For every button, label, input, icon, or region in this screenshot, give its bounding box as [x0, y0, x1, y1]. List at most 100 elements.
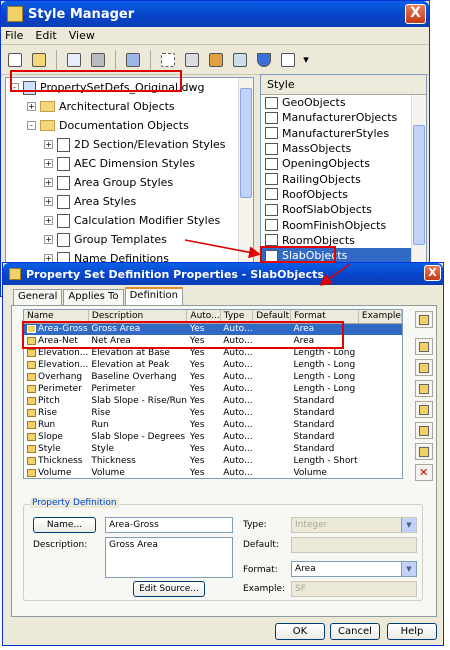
- list-view-icon[interactable]: [278, 50, 298, 70]
- tree-scroll-thumb[interactable]: [240, 88, 252, 198]
- list-scroll-thumb[interactable]: [413, 125, 425, 245]
- column-header[interactable]: Format: [290, 310, 359, 324]
- properties-grid[interactable]: Name Description Auto... Type Default Format E…: [23, 309, 403, 479]
- menu-file[interactable]: File: [5, 29, 23, 42]
- default-field[interactable]: [291, 537, 417, 553]
- tab-general[interactable]: General: [13, 289, 63, 305]
- menu-view[interactable]: View: [69, 29, 95, 42]
- list-scrollbar[interactable]: [411, 95, 426, 265]
- style-list-item[interactable]: MassObjects: [261, 141, 426, 156]
- add-location-icon[interactable]: [415, 380, 433, 397]
- style-list-item[interactable]: ManufacturerObjects: [261, 110, 426, 125]
- name-field[interactable]: Area-Gross: [105, 517, 233, 533]
- paste-icon[interactable]: [88, 50, 108, 70]
- cell-text: Run: [91, 420, 109, 430]
- table-row[interactable]: Area-Net Net Area Yes Auto... Area: [24, 335, 402, 347]
- tab-definition[interactable]: Definition: [124, 287, 184, 305]
- purge-icon[interactable]: [123, 50, 143, 70]
- table-row[interactable]: Overhang Baseline Overhang Yes Auto... Lengt…: [24, 371, 402, 383]
- view-icon[interactable]: [230, 50, 250, 70]
- column-header[interactable]: Auto...: [186, 310, 221, 324]
- tree-item[interactable]: - Documentation Objects: [6, 116, 253, 135]
- table-row[interactable]: Volume Volume Yes Auto... Volume: [24, 467, 402, 478]
- tab-applies-to[interactable]: Applies To: [63, 289, 124, 305]
- expand-icon[interactable]: +: [44, 197, 53, 206]
- expand-icon[interactable]: +: [27, 102, 36, 111]
- style-list-item[interactable]: RoofObjects: [261, 187, 426, 202]
- column-header[interactable]: Type: [220, 310, 254, 324]
- table-row[interactable]: Perimeter Perimeter Yes Auto... Length - Lon…: [24, 383, 402, 395]
- style-manager-title: Style Manager: [28, 6, 135, 22]
- style-list-item[interactable]: RoomFinishObjects: [261, 217, 426, 232]
- column-header[interactable]: Default: [252, 310, 291, 324]
- description-field[interactable]: Gross Area: [105, 537, 233, 578]
- new-icon[interactable]: [5, 50, 25, 70]
- format-select[interactable]: Area ▼: [291, 561, 417, 577]
- add-material-icon[interactable]: [415, 422, 433, 439]
- cell-text: Auto...: [223, 336, 253, 346]
- table-row[interactable]: Style Style Yes Auto... Standard: [24, 443, 402, 455]
- edit-icon[interactable]: [158, 50, 178, 70]
- style-list-item[interactable]: RailingObjects: [261, 171, 426, 186]
- table-row[interactable]: Run Run Yes Auto... Standard: [24, 419, 402, 431]
- expand-icon[interactable]: +: [44, 140, 53, 149]
- style-list-item[interactable]: SlabObjects: [261, 247, 426, 264]
- tree-item[interactable]: + Area Styles: [6, 192, 253, 211]
- type-select[interactable]: Integer ▼: [291, 517, 417, 533]
- add-property-icon[interactable]: [415, 311, 433, 328]
- add-graphic-icon[interactable]: [415, 443, 433, 460]
- tree-scrollbar[interactable]: [238, 78, 253, 264]
- table-row[interactable]: Slope Slab Slope - Degrees Yes Auto... Stand…: [24, 431, 402, 443]
- collapse-icon[interactable]: -: [10, 83, 19, 92]
- expand-icon[interactable]: +: [44, 159, 53, 168]
- tree-item[interactable]: + Architectural Objects: [6, 97, 253, 116]
- copy-icon[interactable]: [64, 50, 84, 70]
- add-classification-icon[interactable]: [415, 401, 433, 418]
- style-list[interactable]: Style GeoObjects ManufacturerObjects Manuf…: [260, 74, 427, 266]
- tree-item[interactable]: + Group Templates: [6, 230, 253, 249]
- column-header[interactable]: Example: [358, 310, 402, 324]
- open-icon[interactable]: [29, 50, 49, 70]
- style-list-item[interactable]: GeoObjects: [261, 95, 426, 110]
- collapse-icon[interactable]: -: [27, 121, 36, 130]
- style-list-item[interactable]: OpeningObjects: [261, 156, 426, 171]
- purge-brush-icon[interactable]: [206, 50, 226, 70]
- add-formula-icon[interactable]: [415, 359, 433, 376]
- table-cell: Auto...: [220, 455, 252, 467]
- expand-icon[interactable]: +: [44, 235, 53, 244]
- style-list-item[interactable]: RoofSlabObjects: [261, 202, 426, 217]
- filter-icon[interactable]: [254, 50, 274, 70]
- style-list-item[interactable]: ManufacturerStyles: [261, 126, 426, 141]
- edit-source-button[interactable]: Edit Source...: [133, 581, 205, 597]
- table-row[interactable]: Thickness Thickness Yes Auto... Length - Sho…: [24, 455, 402, 467]
- help-button[interactable]: Help: [387, 623, 437, 640]
- style-list-item[interactable]: RoomObjects: [261, 233, 426, 248]
- expand-icon[interactable]: +: [44, 178, 53, 187]
- cut-icon[interactable]: [182, 50, 202, 70]
- tree-item[interactable]: + Area Group Styles: [6, 173, 253, 192]
- tree-item[interactable]: + Calculation Modifier Styles: [6, 211, 253, 230]
- style-tree[interactable]: - PropertySetDefs_Original.dwg + Architectu…: [5, 77, 254, 265]
- style-list-header[interactable]: Style: [261, 75, 426, 95]
- table-row[interactable]: Area-Gross Gross Area Yes Auto... Area: [24, 323, 402, 335]
- close-icon[interactable]: X: [405, 4, 426, 24]
- table-row[interactable]: Elevation... Elevation at Base Yes Auto... L…: [24, 347, 402, 359]
- ok-button[interactable]: OK: [275, 623, 325, 640]
- cancel-button[interactable]: Cancel: [330, 623, 380, 640]
- column-header[interactable]: Description: [88, 310, 188, 324]
- add-automatic-icon[interactable]: [415, 338, 433, 355]
- menu-edit[interactable]: Edit: [35, 29, 56, 42]
- delete-icon[interactable]: ✕: [415, 464, 433, 481]
- expand-icon[interactable]: +: [44, 216, 53, 225]
- tree-item[interactable]: - PropertySetDefs_Original.dwg: [6, 78, 253, 97]
- tree-item[interactable]: + AEC Dimension Styles: [6, 154, 253, 173]
- column-header[interactable]: Name: [24, 310, 89, 324]
- style-list-item-label: MassObjects: [282, 142, 352, 156]
- table-row[interactable]: Pitch Slab Slope - Rise/Run Yes Auto... Stan…: [24, 395, 402, 407]
- tree-item[interactable]: +2D Section/Elevation Styles: [6, 135, 253, 154]
- table-row[interactable]: Rise Rise Yes Auto... Standard: [24, 407, 402, 419]
- name-button[interactable]: Name...: [33, 517, 96, 533]
- dialog-close-icon[interactable]: X: [424, 265, 441, 281]
- table-row[interactable]: Elevation... Elevation at Peak Yes Auto... L…: [24, 359, 402, 371]
- chevron-down-icon[interactable]: ▾: [302, 50, 310, 70]
